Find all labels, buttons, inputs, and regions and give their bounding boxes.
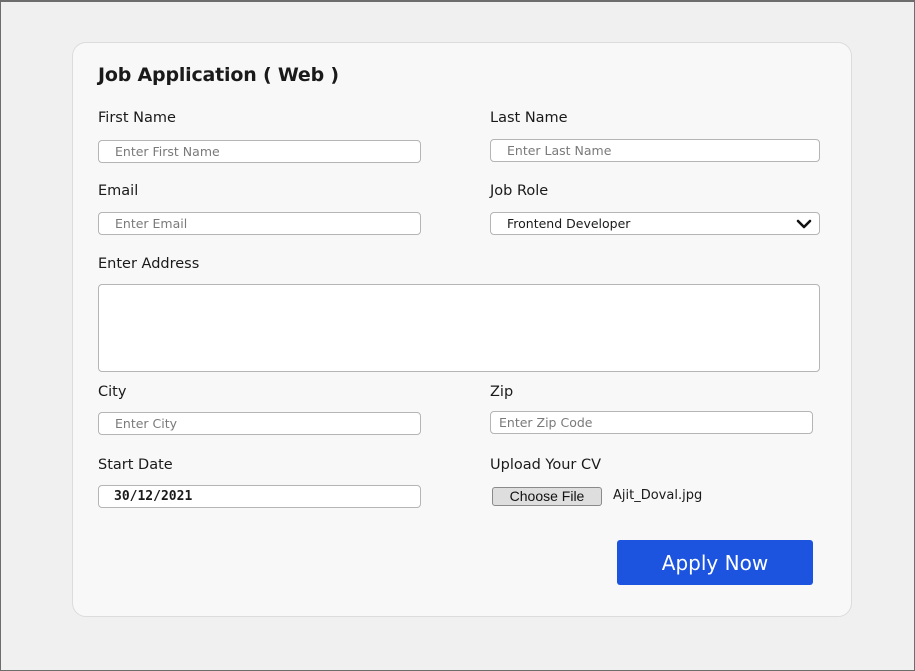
email-label: Email bbox=[98, 183, 139, 199]
form-title: Job Application ( Web ) bbox=[98, 64, 339, 86]
city-label: City bbox=[98, 384, 127, 400]
address-textarea[interactable] bbox=[98, 284, 820, 372]
address-label: Enter Address bbox=[98, 256, 200, 272]
selected-file-name: Ajit_Doval.jpg bbox=[613, 488, 703, 503]
job-role-select[interactable]: Frontend Developer bbox=[490, 212, 820, 235]
last-name-input[interactable] bbox=[490, 139, 820, 162]
start-date-label: Start Date bbox=[98, 457, 173, 473]
zip-input[interactable] bbox=[490, 411, 813, 434]
first-name-input[interactable] bbox=[98, 140, 421, 163]
city-input[interactable] bbox=[98, 412, 421, 435]
upload-cv-label: Upload Your CV bbox=[490, 457, 602, 473]
chevron-down-icon bbox=[796, 219, 812, 229]
choose-file-button[interactable]: Choose File bbox=[492, 487, 602, 506]
apply-now-button[interactable]: Apply Now bbox=[617, 540, 813, 585]
zip-label: Zip bbox=[490, 384, 514, 400]
first-name-label: First Name bbox=[98, 110, 176, 126]
job-role-label: Job Role bbox=[490, 183, 549, 199]
email-input[interactable] bbox=[98, 212, 421, 235]
last-name-label: Last Name bbox=[490, 110, 568, 126]
start-date-input[interactable]: 30/12/2021 bbox=[98, 485, 421, 508]
job-role-selected-value: Frontend Developer bbox=[507, 216, 631, 231]
